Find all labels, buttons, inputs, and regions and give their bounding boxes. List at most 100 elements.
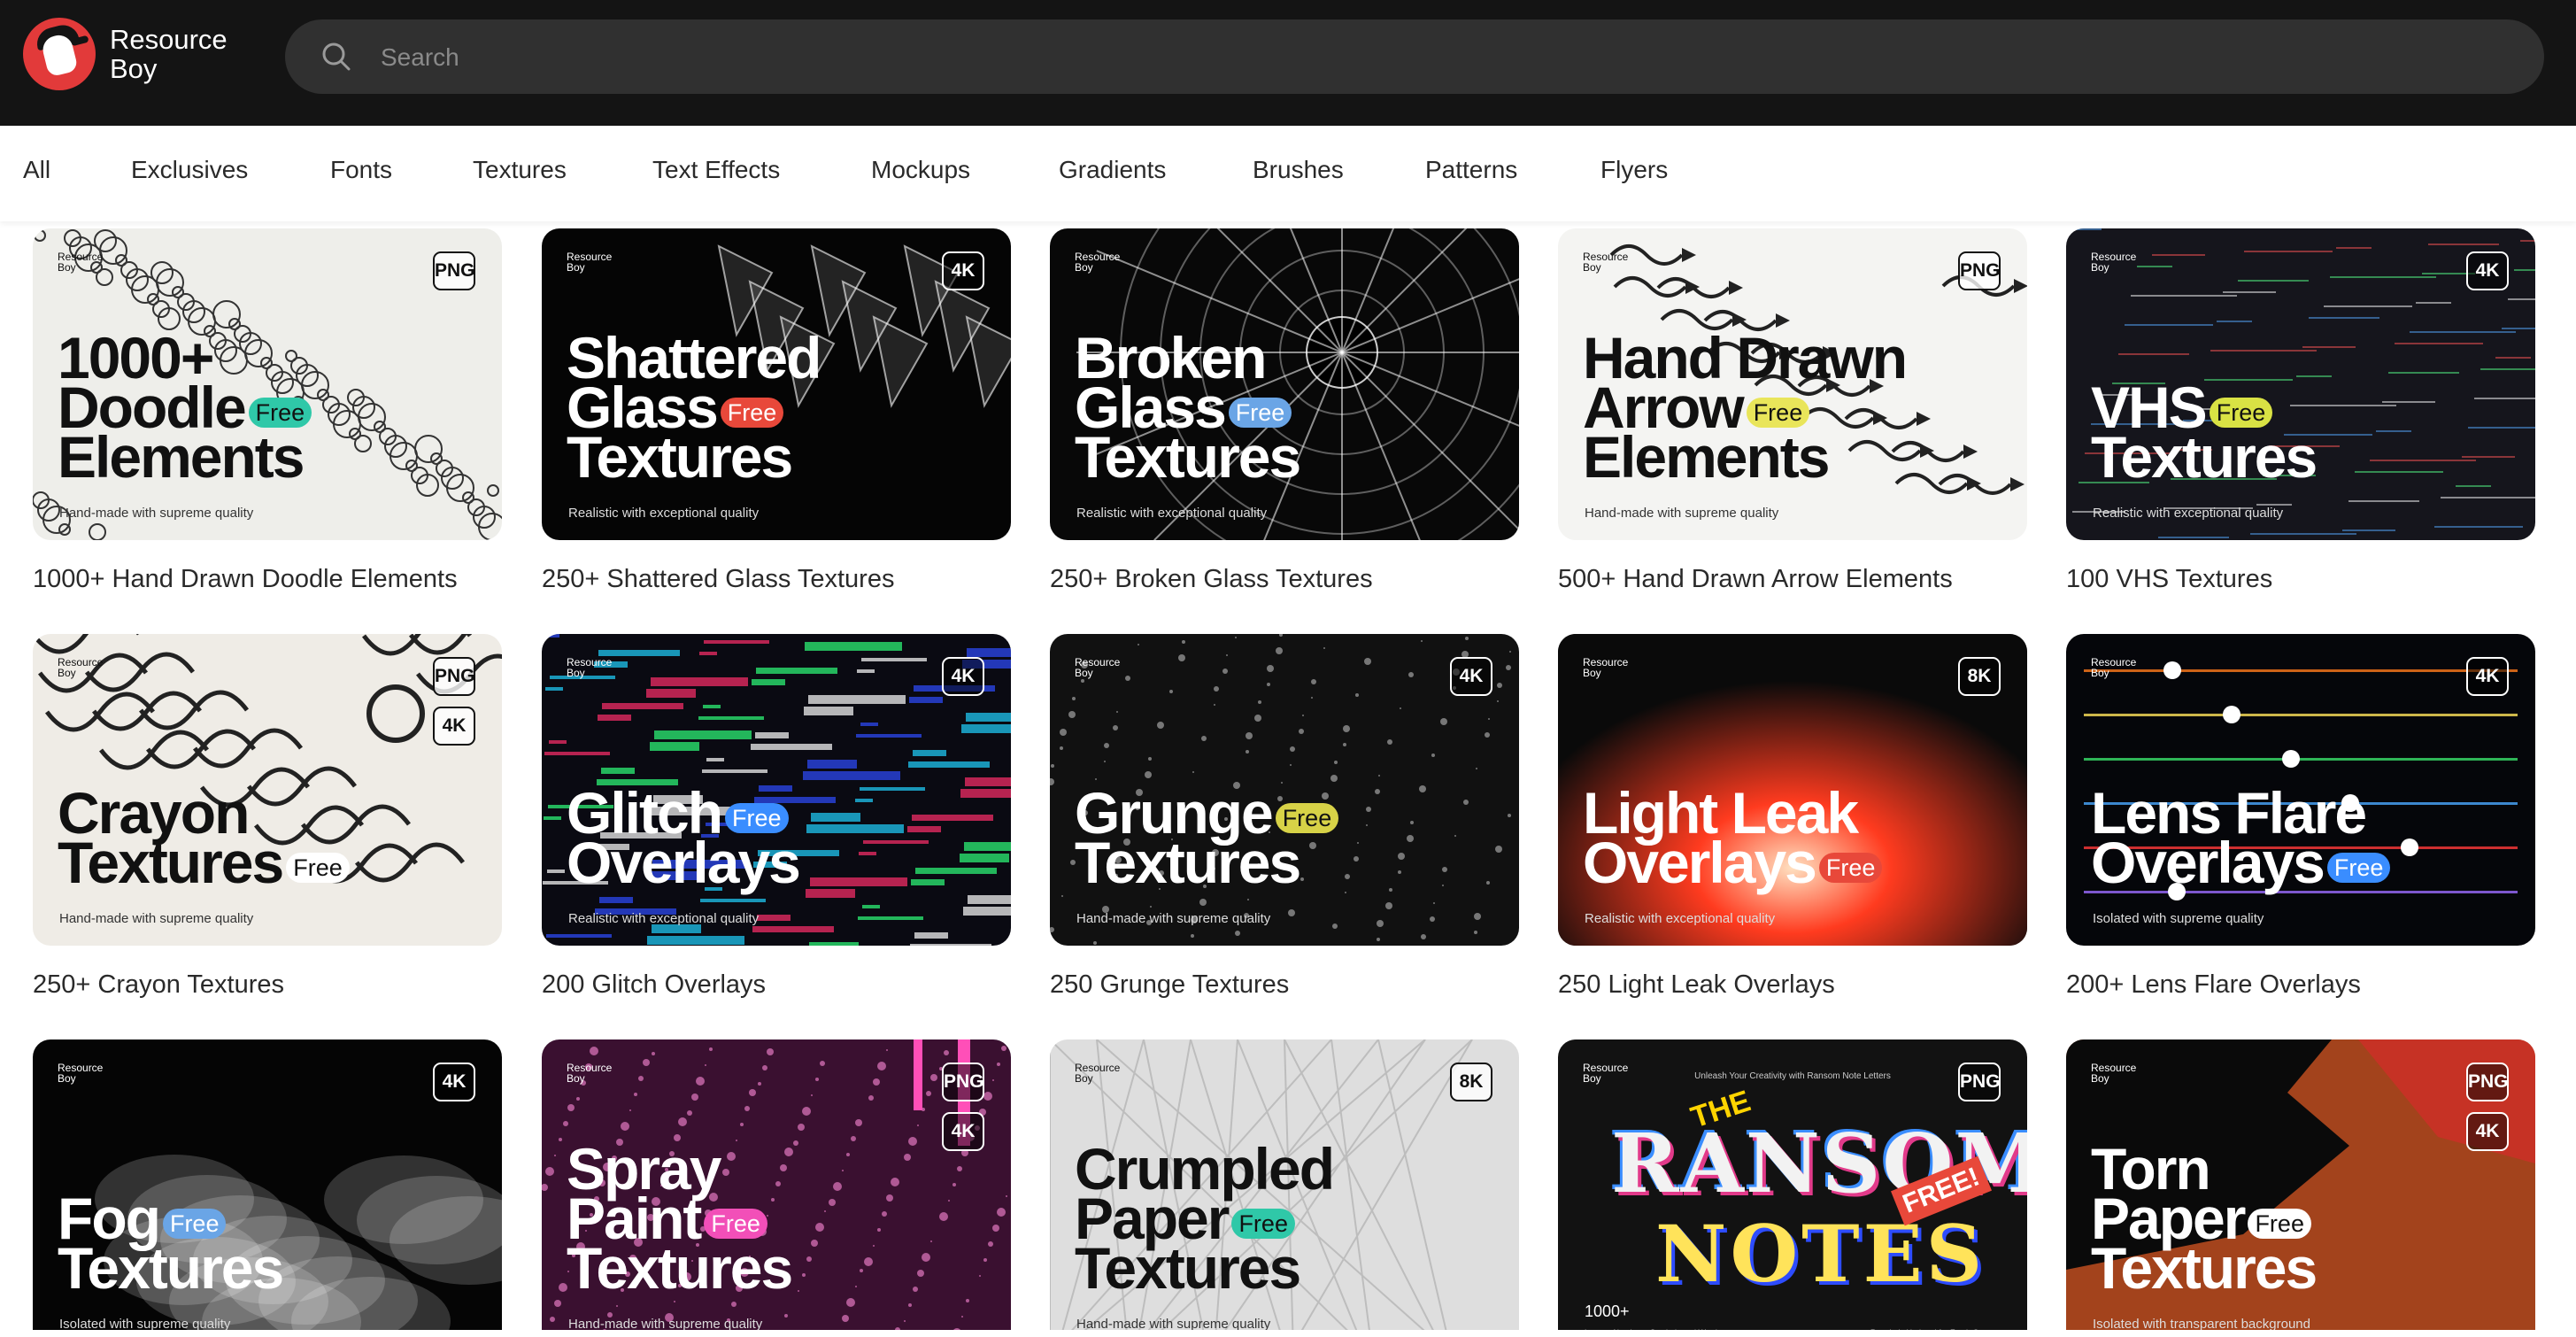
card-caption[interactable]: 500+ Hand Drawn Arrow Elements	[1558, 565, 1953, 594]
thumbnail-title-line: Textures	[2091, 1235, 2318, 1301]
brand-name[interactable]: Resource Boy	[110, 25, 228, 83]
format-badges: 8K	[1958, 657, 2001, 707]
thumbnail-title-line: Textures	[1075, 830, 1301, 895]
free-badge: Free	[704, 1208, 767, 1239]
card-thumbnail[interactable]: Resource Boy 4K Lens Flare Overlays Free Isola…	[2066, 634, 2535, 946]
thumbnail-brand-line-2: Boy	[1075, 1072, 1093, 1085]
card-thumbnail[interactable]: Resource Boy PNG Hand Drawn Arrow Free Element…	[1558, 228, 2027, 540]
thumbnail-title-line: Textures	[567, 424, 793, 490]
free-badge: Free	[2209, 397, 2273, 428]
thumbnail-title: 1000+ Doodle Free Elements	[58, 328, 312, 490]
category-nav: All Exclusives Fonts Textures Text Effec…	[0, 126, 2576, 221]
card-thumbnail[interactable]: Resource Boy 4K VHS Free Textures Realistic wi…	[2066, 228, 2535, 540]
card-caption[interactable]: 250 Grunge Textures	[1050, 970, 1289, 1000]
thumbnail-brand-line-2: Boy	[2091, 261, 2109, 274]
thumbnail-brand: Resource Boy	[58, 251, 128, 273]
nav-fonts[interactable]: Fonts	[330, 156, 392, 184]
format-badges: PNG 4K	[942, 1063, 984, 1162]
format-badge: PNG	[1958, 251, 2001, 290]
format-badge: 4K	[942, 657, 984, 696]
thumbnail-brand-line-2: Boy	[567, 1072, 585, 1085]
thumbnail-brand-line-2: Boy	[567, 667, 585, 679]
nav-patterns[interactable]: Patterns	[1425, 156, 1517, 184]
free-badge: Free	[1746, 397, 1810, 428]
format-badge: 4K	[2466, 657, 2509, 696]
search-icon	[322, 43, 351, 71]
card-thumbnail[interactable]: Resource Boy 4K Fog Free Textures Isolated wit…	[33, 1039, 502, 1330]
free-badge: Free	[286, 852, 350, 883]
thumbnail-title: Spray Paint Free Textures	[567, 1140, 793, 1301]
thumbnail-title-line: Textures	[567, 1235, 793, 1301]
brand-line-1: Resource	[110, 24, 228, 55]
card-caption[interactable]: 250+ Shattered Glass Textures	[542, 565, 894, 594]
thumbnail-title: Crumpled Paper Free Textures	[1075, 1140, 1335, 1297]
card-caption[interactable]: 1000+ Hand Drawn Doodle Elements	[33, 565, 458, 594]
free-badge: Free	[248, 397, 312, 428]
free-badge: Free	[2248, 1208, 2311, 1239]
thumbnail-title-line: Textures	[58, 1235, 284, 1301]
search-input[interactable]	[379, 30, 2418, 85]
thumbnail-brand-line-2: Boy	[1075, 261, 1093, 274]
free-badge: Free	[2326, 852, 2391, 883]
thumbnail-title-line: Overlays Free	[1583, 833, 1883, 892]
card-thumbnail[interactable]: Resource Boy 4K Grunge Free Textures Hand-made…	[1050, 634, 1519, 946]
card-thumbnail[interactable]: Resource Boy PNG 4K Torn Paper Free Textures Iso…	[2066, 1039, 2535, 1330]
format-badges: 8K	[1450, 1063, 1492, 1112]
ransom-word-2: NOTES	[1655, 1208, 1986, 1300]
thumbnail-title: Shattered Glass Free Textures	[567, 328, 821, 490]
card-thumbnail[interactable]: Resource Boy PNG 4K Spray Paint Free Textures Ha…	[542, 1039, 1011, 1330]
ransom-small-left: Letters, Numbers, Symbols and Words	[1585, 1328, 1721, 1330]
resource-grid: Resource Boy PNG 1000+ Doodle Free Elements Han…	[0, 221, 2576, 1330]
card-caption[interactable]: 250 Light Leak Overlays	[1558, 970, 1835, 1000]
thumbnail-brand: Resource Boy	[1075, 657, 1145, 678]
nav-gradients[interactable]: Gradients	[1059, 156, 1166, 184]
card-caption[interactable]: 250+ Crayon Textures	[33, 970, 284, 1000]
format-badges: PNG 4K	[433, 657, 475, 756]
card-caption[interactable]: 200+ Lens Flare Overlays	[2066, 970, 2361, 1000]
nav-all[interactable]: All	[23, 156, 50, 184]
card-thumbnail[interactable]: Resource Boy PNG Unleash Your Creativity wi…	[1558, 1039, 2027, 1330]
nav-brushes[interactable]: Brushes	[1253, 156, 1344, 184]
card-thumbnail[interactable]: Resource Boy 8K Light Leak Overlays Free Reali…	[1558, 634, 2027, 946]
nav-textures[interactable]: Textures	[473, 156, 567, 184]
thumbnail-brand: Resource Boy	[567, 1063, 637, 1084]
resource-boy-logo[interactable]	[23, 18, 96, 90]
thumbnail-tagline: Isolated with transparent background	[2093, 1317, 2310, 1330]
card-thumbnail[interactable]: Resource Boy 8K Crumpled Paper Free Textures Ha…	[1050, 1039, 1519, 1330]
card-thumbnail[interactable]: Resource Boy 4K Glitch Free Overlays Realistic…	[542, 634, 1011, 946]
thumbnail-tagline: Hand-made with supreme quality	[1076, 1317, 1271, 1330]
card-caption[interactable]: 200 Glitch Overlays	[542, 970, 766, 1000]
card-caption[interactable]: 100 VHS Textures	[2066, 565, 2272, 594]
thumbnail-brand-line-2: Boy	[2091, 1072, 2109, 1085]
thumbnail-brand: Resource Boy	[2091, 1063, 2162, 1084]
thumbnail-brand: Resource Boy	[1075, 1063, 1145, 1084]
thumbnail-title-line: Elements	[58, 424, 305, 490]
nav-mockups[interactable]: Mockups	[871, 156, 970, 184]
format-badge: PNG	[942, 1063, 984, 1101]
nav-flyers[interactable]: Flyers	[1600, 156, 1668, 184]
card-thumbnail[interactable]: Resource Boy Broken Glass Free Textures Realis…	[1050, 228, 1519, 540]
nav-exclusives[interactable]: Exclusives	[131, 156, 248, 184]
format-badge: 4K	[942, 1112, 984, 1151]
thumbnail-title: Torn Paper Free Textures	[2091, 1140, 2318, 1301]
card-thumbnail[interactable]: Resource Boy PNG 4K Crayon Textures Free Hand-m…	[33, 634, 502, 946]
card-thumbnail[interactable]: Resource Boy 4K Shattered Glass Free Textures R…	[542, 228, 1011, 540]
thumbnail-title-line: Elements	[1583, 424, 1830, 490]
format-badge: PNG	[2466, 1063, 2509, 1101]
format-badge: 4K	[433, 707, 475, 746]
thumbnail-brand-line-2: Boy	[58, 1072, 76, 1085]
card-thumbnail[interactable]: Resource Boy PNG 1000+ Doodle Free Elements Han…	[33, 228, 502, 540]
thumbnail-title: VHS Free Textures	[2091, 378, 2318, 486]
format-badge: 4K	[2466, 1112, 2509, 1151]
thumbnail-brand-line-2: Boy	[1075, 667, 1093, 679]
thumbnail-brand: Resource Boy	[1075, 251, 1145, 273]
card-caption[interactable]: 250+ Broken Glass Textures	[1050, 565, 1373, 594]
search-bar[interactable]	[285, 19, 2544, 94]
thumbnail-title: Glitch Free Overlays	[567, 784, 801, 892]
nav-text-effects[interactable]: Text Effects	[652, 156, 780, 184]
thumbnail-tagline: Isolated with supreme quality	[2093, 911, 2264, 926]
format-badges: 4K	[433, 1063, 475, 1112]
thumbnail-brand: Resource Boy	[567, 657, 637, 678]
ransom-top-text: Unleash Your Creativity with Ransom Note…	[1694, 1071, 1891, 1081]
brand-line-2: Boy	[110, 53, 158, 84]
